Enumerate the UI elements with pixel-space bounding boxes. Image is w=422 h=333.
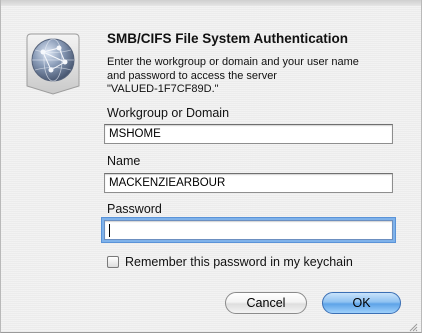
password-field[interactable] [104,220,393,240]
resize-grip-icon[interactable] [408,319,418,332]
remember-label[interactable]: Remember this password in my keychain [125,255,353,269]
auth-dialog: SMB/CIFS File System Authentication Ente… [0,0,422,333]
description-line: and password to access the server [107,69,277,82]
description-line: Enter the workgroup or domain and your u… [107,56,359,68]
ok-button[interactable]: OK [322,292,401,314]
name-label: Name [107,154,141,168]
remember-row[interactable]: Remember this password in my keychain [107,255,353,269]
text-caret [109,224,110,237]
remember-checkbox[interactable] [107,256,119,268]
window-top-edge [1,0,421,6]
password-label: Password [107,202,162,216]
dialog-title: SMB/CIFS File System Authentication [107,31,349,46]
description-line: "VALUED-1F7CF89D." [107,83,219,95]
workgroup-field[interactable]: MSHOME [104,124,393,144]
cancel-button[interactable]: Cancel [225,292,307,314]
network-globe-icon [21,28,85,96]
workgroup-label: Workgroup or Domain [107,106,230,120]
name-field[interactable]: MACKENZIEARBOUR [104,173,393,193]
dialog-description: Enter the workgroup or domain and your u… [107,56,407,97]
